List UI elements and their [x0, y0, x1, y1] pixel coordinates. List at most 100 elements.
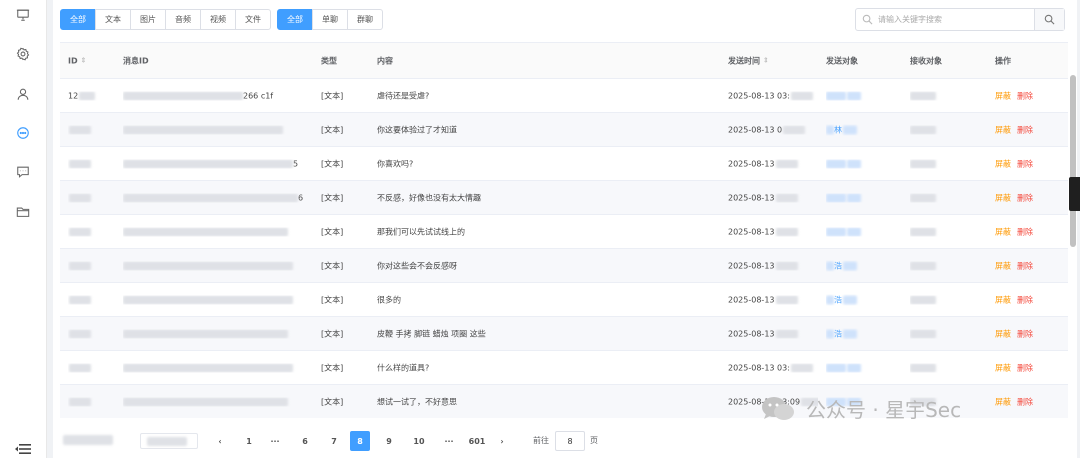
- row-target[interactable]: [826, 227, 896, 236]
- presentation-icon[interactable]: [15, 7, 31, 23]
- header-send-time-label: 发送时间: [728, 56, 760, 65]
- delete-button[interactable]: 删除: [1017, 295, 1033, 304]
- delete-button[interactable]: 删除: [1017, 329, 1033, 338]
- row-send-time: 2025-08-13 03:: [728, 91, 818, 100]
- search-button[interactable]: [1034, 9, 1064, 30]
- prev-page-button[interactable]: ‹: [210, 431, 230, 451]
- row-target[interactable]: [826, 159, 896, 168]
- row-content: 虐待还是受虐?: [377, 91, 430, 100]
- chat_type-filter-0[interactable]: 全部: [277, 9, 313, 30]
- row-id: [68, 363, 118, 372]
- row-send-time: 2025-08-13: [728, 159, 818, 168]
- folder-icon[interactable]: [15, 204, 31, 220]
- delete-button[interactable]: 删除: [1017, 397, 1033, 406]
- media-filter-4[interactable]: 视频: [200, 9, 236, 30]
- row-send-time: 2025-08-13 0: [728, 125, 818, 134]
- row-content: 皮鞭 手拷 脚链 蜡烛 项圈 这些: [377, 329, 486, 338]
- chat_type-filter-2[interactable]: 群聊: [347, 9, 383, 30]
- header-send-time[interactable]: 发送时间 ⇕: [728, 55, 818, 66]
- delete-button[interactable]: 删除: [1017, 91, 1033, 100]
- page-size-select[interactable]: [140, 433, 198, 449]
- watermark-text: 公众号 · 星宇Sec: [806, 398, 962, 422]
- jump-page-input[interactable]: [555, 431, 585, 451]
- row-content: 很多的: [377, 295, 401, 304]
- comment-square-icon[interactable]: [15, 164, 31, 180]
- row-msg-id: 60: [123, 193, 303, 202]
- table-row: 5 [文本] 你喜欢吗? 2025-08-13 屏蔽 删除: [60, 147, 1068, 181]
- row-content: 你喜欢吗?: [377, 159, 414, 168]
- search-input[interactable]: [856, 9, 1034, 30]
- media-filter-2[interactable]: 图片: [130, 9, 166, 30]
- table-row: [文本] 什么样的道具? 2025-08-13 03: 屏蔽 删除: [60, 351, 1068, 385]
- page-1[interactable]: 1: [239, 431, 259, 451]
- mask-button[interactable]: 屏蔽: [995, 363, 1011, 372]
- page-6[interactable]: 6: [295, 431, 315, 451]
- mask-button[interactable]: 屏蔽: [995, 329, 1011, 338]
- watermark: 公众号 · 星宇Sec: [760, 394, 961, 423]
- table-scrollbar[interactable]: [1070, 75, 1076, 247]
- row-send-time: 2025-08-13: [728, 329, 818, 338]
- page-7[interactable]: 7: [324, 431, 344, 451]
- row-receiver: [910, 125, 980, 134]
- row-target[interactable]: 浩: [826, 328, 896, 339]
- delete-button[interactable]: 删除: [1017, 363, 1033, 372]
- mask-button[interactable]: 屏蔽: [995, 261, 1011, 270]
- mask-button[interactable]: 屏蔽: [995, 91, 1011, 100]
- header-id[interactable]: ID ⇕: [68, 56, 118, 65]
- sort-icon[interactable]: ⇕: [81, 57, 87, 64]
- sort-icon[interactable]: ⇕: [763, 57, 769, 64]
- media-filter-1[interactable]: 文本: [95, 9, 131, 30]
- next-page-button[interactable]: ›: [492, 431, 512, 451]
- media-filter-3[interactable]: 音频: [165, 9, 201, 30]
- page-8[interactable]: 8: [350, 431, 370, 451]
- row-msg-id: [123, 261, 303, 270]
- settings-gear-icon[interactable]: [15, 46, 31, 62]
- media-filter-5[interactable]: 文件: [235, 9, 271, 30]
- delete-button[interactable]: 删除: [1017, 193, 1033, 202]
- row-type: [文本]: [321, 261, 344, 270]
- row-target[interactable]: [826, 193, 896, 202]
- delete-button[interactable]: 删除: [1017, 261, 1033, 270]
- mask-button[interactable]: 屏蔽: [995, 159, 1011, 168]
- table-row: [文本] 很多的 2025-08-13 浩 屏蔽 删除: [60, 283, 1068, 317]
- header-target: 发送对象: [826, 56, 858, 65]
- row-id: [68, 261, 118, 270]
- row-receiver: [910, 91, 980, 100]
- delete-button[interactable]: 删除: [1017, 227, 1033, 236]
- user-icon[interactable]: [15, 86, 31, 102]
- page-ellipsis[interactable]: ···: [439, 431, 459, 451]
- mask-button[interactable]: 屏蔽: [995, 193, 1011, 202]
- header-content: 内容: [377, 56, 393, 65]
- row-type: [文本]: [321, 91, 344, 100]
- row-target[interactable]: 浩: [826, 260, 896, 271]
- row-id: [68, 397, 118, 406]
- delete-button[interactable]: 删除: [1017, 159, 1033, 168]
- row-send-time: 2025-08-13 03:: [728, 363, 818, 372]
- header-id-label: ID: [68, 56, 78, 65]
- row-content: 什么样的道具?: [377, 363, 430, 372]
- row-msg-id: [123, 363, 303, 372]
- row-actions: 屏蔽 删除: [995, 192, 1055, 203]
- media-filter-0[interactable]: 全部: [60, 9, 96, 30]
- page-601[interactable]: 601: [467, 431, 487, 451]
- chat_type-filter-1[interactable]: 单聊: [312, 9, 348, 30]
- row-target[interactable]: 浩: [826, 294, 896, 305]
- mask-button[interactable]: 屏蔽: [995, 295, 1011, 304]
- row-msg-id: [123, 329, 303, 338]
- row-target[interactable]: [826, 363, 896, 372]
- message-chat-icon[interactable]: [15, 125, 31, 141]
- mask-button[interactable]: 屏蔽: [995, 125, 1011, 134]
- row-id: [68, 295, 118, 304]
- page-ellipsis[interactable]: ···: [265, 431, 285, 451]
- row-actions: 屏蔽 删除: [995, 226, 1055, 237]
- floating-side-tab[interactable]: [1069, 177, 1080, 211]
- row-target[interactable]: 林: [826, 124, 896, 135]
- page-10[interactable]: 10: [409, 431, 429, 451]
- menu-collapse-icon[interactable]: [15, 443, 31, 455]
- table-row: [文本] 你对这些会不会反感呀 2025-08-13 浩 屏蔽 删除: [60, 249, 1068, 283]
- delete-button[interactable]: 删除: [1017, 125, 1033, 134]
- page-9[interactable]: 9: [379, 431, 399, 451]
- mask-button[interactable]: 屏蔽: [995, 397, 1011, 406]
- row-target[interactable]: [826, 91, 896, 100]
- mask-button[interactable]: 屏蔽: [995, 227, 1011, 236]
